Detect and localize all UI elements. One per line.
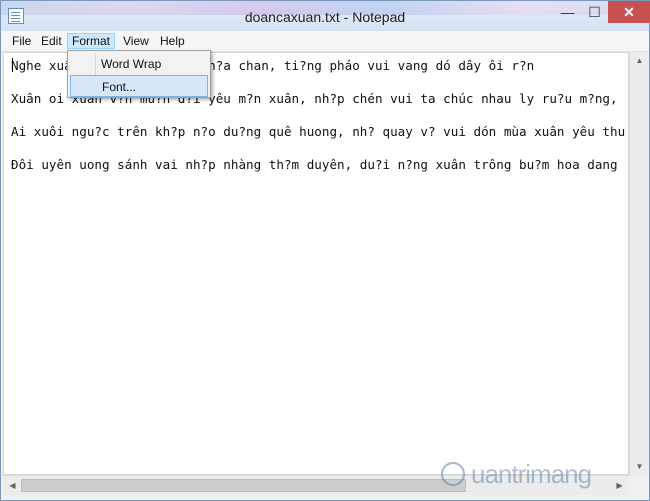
menu-item-label: Font... bbox=[102, 80, 137, 94]
menu-item-word-wrap[interactable]: Word Wrap bbox=[70, 53, 208, 75]
notepad-window: doancaxuan.txt - Notepad — ☐ ✕ File Edit… bbox=[0, 0, 650, 501]
menu-bar: File Edit Format View Help bbox=[1, 31, 649, 52]
scroll-up-arrow-icon[interactable]: ▲ bbox=[630, 52, 649, 69]
watermark-text: uantrimang bbox=[471, 458, 592, 489]
menu-item-label: Word Wrap bbox=[101, 57, 162, 71]
horizontal-scroll-thumb[interactable] bbox=[21, 479, 466, 492]
minimize-button[interactable]: — bbox=[554, 1, 581, 23]
text-line: Ðôi uyên uong sánh vai nh?p nhàng th?m d… bbox=[11, 157, 618, 172]
menu-file[interactable]: File bbox=[8, 33, 35, 49]
maximize-button[interactable]: ☐ bbox=[581, 1, 608, 23]
resize-grip[interactable] bbox=[629, 475, 649, 495]
scroll-left-arrow-icon[interactable]: ◀ bbox=[3, 477, 22, 494]
menu-edit[interactable]: Edit bbox=[37, 33, 66, 49]
menu-item-font[interactable]: Font... bbox=[70, 75, 208, 97]
watermark-logo-icon bbox=[441, 462, 465, 486]
watermark: uantrimang bbox=[441, 456, 631, 492]
title-bar[interactable]: doancaxuan.txt - Notepad — ☐ ✕ bbox=[1, 1, 650, 31]
text-editor[interactable]: Nghe xuân ng? lòng mình ch?a chan, ti?ng… bbox=[3, 52, 629, 475]
text-line: Ai xuôi ngu?c trên kh?p n?o du?ng quê hu… bbox=[11, 124, 626, 139]
close-button[interactable]: ✕ bbox=[608, 1, 650, 23]
vertical-scrollbar[interactable]: ▲ ▼ bbox=[629, 52, 649, 475]
menu-view[interactable]: View bbox=[119, 33, 153, 49]
format-dropdown-menu: Word Wrap Font... bbox=[67, 50, 211, 98]
scroll-down-arrow-icon[interactable]: ▼ bbox=[630, 458, 649, 475]
menu-format[interactable]: Format bbox=[67, 33, 116, 49]
text-caret bbox=[12, 58, 13, 72]
window-title: doancaxuan.txt - Notepad bbox=[244, 9, 406, 25]
menu-help[interactable]: Help bbox=[156, 33, 189, 49]
